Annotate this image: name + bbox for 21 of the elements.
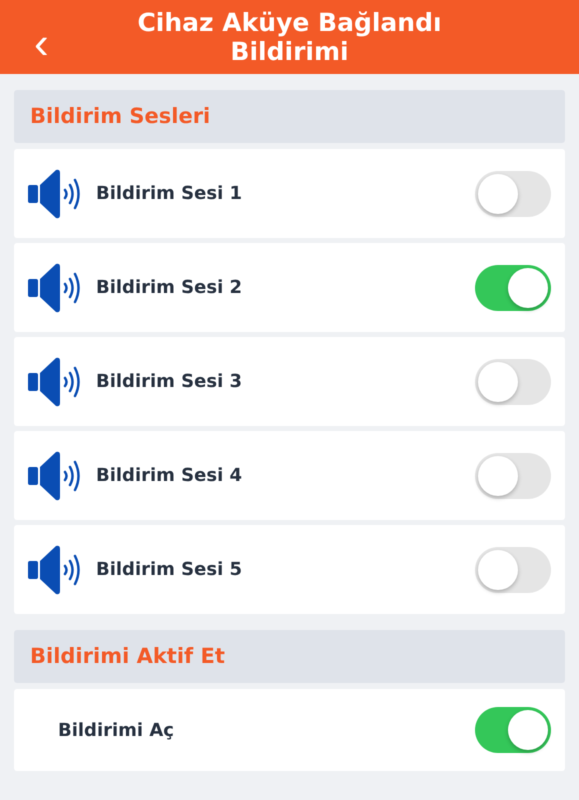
row-label: Bildirim Sesi 2	[96, 276, 244, 300]
back-button[interactable]: ‹	[34, 22, 49, 66]
toggle-switch[interactable]	[475, 170, 551, 216]
toggle-switch[interactable]	[475, 546, 551, 592]
speaker-icon	[28, 450, 82, 500]
toggle-switch[interactable]	[475, 264, 551, 310]
toggle-switch[interactable]	[475, 452, 551, 498]
toggle-switch[interactable]	[475, 358, 551, 404]
row-label: Bildirim Sesi 5	[96, 558, 244, 582]
speaker-icon	[28, 544, 82, 594]
row-label: Bildirim Sesi 3	[96, 370, 244, 394]
row-label: Bildirim Sesi 1	[96, 182, 244, 206]
page-title: Cihaz Aküye Bağlandı Bildirimi	[136, 8, 443, 66]
row-label: Bildirimi Aç	[58, 718, 175, 742]
row-label: Bildirim Sesi 4	[96, 464, 244, 488]
toggle-switch[interactable]	[475, 707, 551, 753]
speaker-icon	[28, 356, 82, 406]
section-title: Bildirim Sesleri	[30, 102, 210, 130]
section-title: Bildirimi Aktif Et	[30, 642, 225, 670]
speaker-icon	[28, 262, 82, 312]
speaker-icon	[28, 168, 82, 218]
